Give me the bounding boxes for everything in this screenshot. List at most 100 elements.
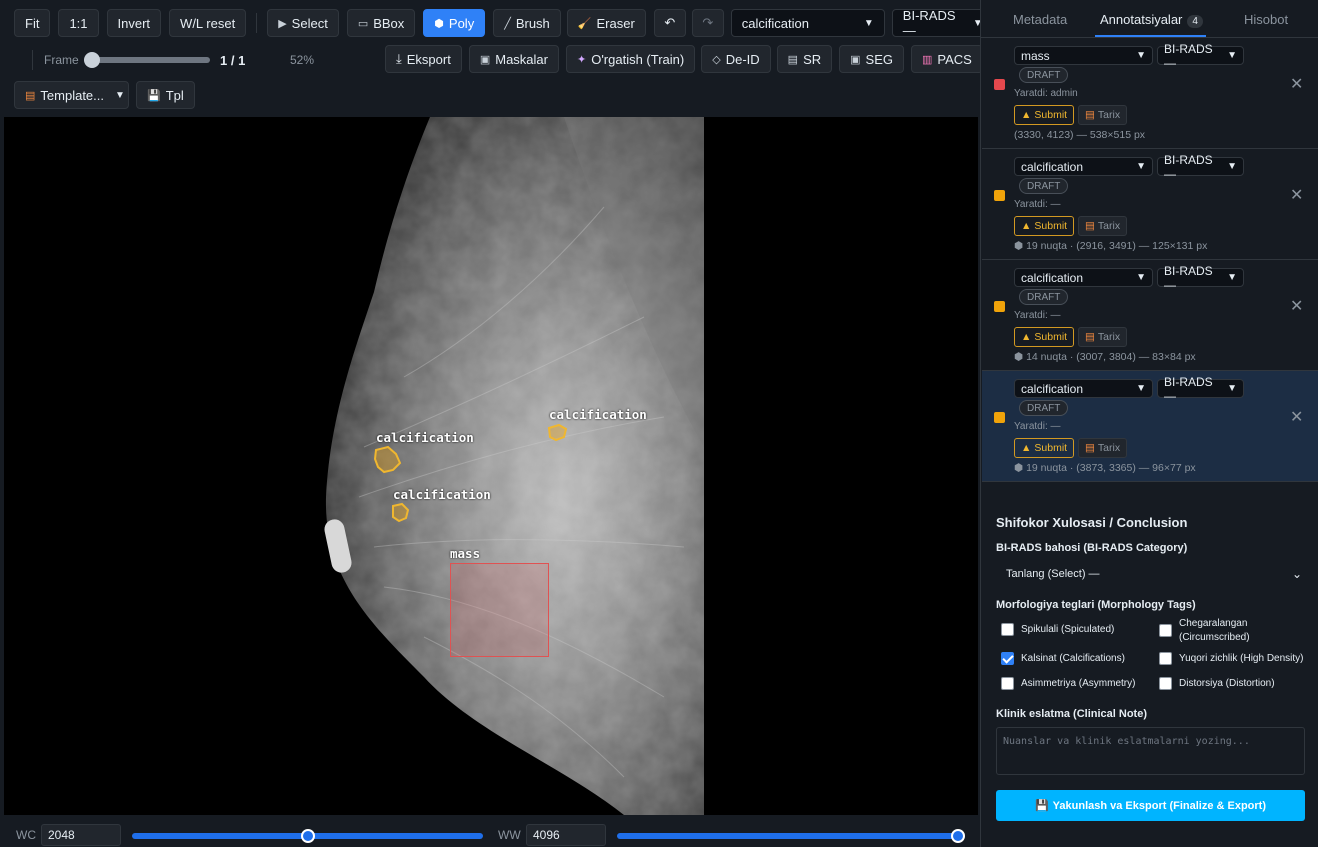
scroll-icon: ▤ [1085, 220, 1095, 232]
close-icon[interactable]: ✕ [1290, 296, 1303, 316]
birads-select[interactable]: BI-RADS — ▼ [891, 8, 994, 38]
server-icon: ▥ [922, 53, 933, 66]
fit-button[interactable]: Fit [14, 9, 51, 37]
select-tool-button[interactable]: ▶ Select [267, 9, 339, 37]
document-icon: ▤ [787, 53, 799, 66]
frame-slider-thumb[interactable] [84, 52, 100, 68]
annotation-color-swatch [994, 412, 1005, 423]
annotation-birads-select[interactable]: BI-RADS — ▼ [1157, 375, 1244, 403]
brush-icon: ╱ [504, 17, 511, 30]
annotation-label-value: calcification [1021, 270, 1084, 285]
finalize-export-button[interactable]: 💾 Yakunlash va Eksport (Finalize & Expor… [996, 790, 1305, 821]
annotation-label-value: mass [1021, 48, 1050, 63]
redo-button[interactable]: ↷ [691, 9, 724, 37]
export-button[interactable]: ⤓ Eksport [385, 45, 462, 73]
undo-button[interactable]: ↶ [653, 9, 686, 37]
history-button[interactable]: ▤ Tarix [1078, 216, 1128, 236]
masks-button[interactable]: ▣ Maskalar [468, 45, 559, 73]
submit-label: Submit [1034, 331, 1068, 343]
submit-button[interactable]: ▲ Submit [1014, 105, 1075, 125]
submit-button[interactable]: ▲ Submit [1014, 327, 1075, 347]
submit-label: Submit [1034, 220, 1068, 232]
submit-button[interactable]: ▲ Submit [1014, 438, 1075, 458]
mass-annotation-label: mass [450, 546, 481, 561]
annotation-card[interactable]: calcification ▼ BI-RADS — ▼ DRAFT Yaratdi:… [982, 149, 1318, 260]
deid-button[interactable]: ◇ De-ID [701, 45, 771, 73]
annotation-card-selected[interactable]: calcification ▼ BI-RADS — ▼ DRAFT Yaratdi:… [982, 371, 1318, 482]
seg-button[interactable]: ▣ SEG [839, 45, 904, 73]
annotation-label-select[interactable]: calcification ▼ [1014, 157, 1153, 176]
tag-distortion[interactable]: Distorsiya (Distortion) [1159, 677, 1275, 690]
annotation-card[interactable]: calcification ▼ BI-RADS — ▼ DRAFT Yaratdi:… [982, 260, 1318, 371]
one-to-one-button[interactable]: 1:1 [58, 9, 99, 37]
brush-tool-label: Brush [515, 15, 550, 31]
annotation-card[interactable]: mass ▼ BI-RADS — ▼ DRAFT Yaratdi: admin ▲ S… [982, 38, 1318, 149]
checkbox[interactable] [1159, 624, 1172, 637]
annotation-label-select[interactable]: calcification ▼ [1014, 379, 1153, 398]
wl-reset-button[interactable]: W/L reset [169, 9, 247, 37]
warning-icon: ▲ [1021, 220, 1032, 232]
annotation-label-select[interactable]: mass ▼ [1014, 46, 1153, 65]
toolbar: Fit 1:1 Invert W/L reset ▶ Select ▭ BBox ⬢… [0, 0, 994, 117]
history-button[interactable]: ▤ Tarix [1078, 327, 1128, 347]
poly-tool-button[interactable]: ⬢ Poly [423, 9, 486, 37]
save-template-button[interactable]: 💾 Tpl [136, 81, 195, 109]
tag-high-density[interactable]: Yuqori zichlik (High Density) [1159, 652, 1304, 665]
checkbox[interactable] [1001, 677, 1014, 690]
tag-spiculated[interactable]: Spikulali (Spiculated) [1001, 623, 1114, 636]
pacs-label: PACS [937, 51, 972, 67]
warning-icon: ▲ [1021, 331, 1032, 343]
close-icon[interactable]: ✕ [1290, 74, 1303, 94]
tag-calcifications[interactable]: Kalsinat (Calcifications) [1001, 652, 1125, 665]
annotation-birads-select[interactable]: BI-RADS — ▼ [1157, 42, 1244, 70]
ww-slider[interactable] [617, 829, 965, 843]
checkbox[interactable] [1001, 623, 1014, 636]
invert-button[interactable]: Invert [106, 9, 162, 37]
tab-annotations[interactable]: Annotatsiyalar 4 [1100, 12, 1203, 28]
checkbox[interactable] [1159, 652, 1172, 665]
annotation-birads-select[interactable]: BI-RADS — ▼ [1157, 153, 1244, 181]
brush-tool-button[interactable]: ╱ Brush [493, 9, 561, 37]
panel-tabs: Metadata Annotatsiyalar 4 Hisobot [981, 0, 1318, 38]
wc-slider-thumb[interactable] [300, 829, 315, 843]
label-select[interactable]: calcification ▼ [730, 9, 885, 37]
close-icon[interactable]: ✕ [1290, 407, 1303, 427]
submit-button[interactable]: ▲ Submit [1014, 216, 1075, 236]
annotation-geometry: (3330, 4123) — 538×515 px [1014, 129, 1146, 141]
annotation-birads-select[interactable]: BI-RADS — ▼ [1157, 264, 1244, 292]
sr-button[interactable]: ▤ SR [776, 45, 833, 73]
undo-icon: ↶ [664, 15, 676, 30]
ww-slider-thumb[interactable] [951, 829, 965, 843]
history-button[interactable]: ▤ Tarix [1078, 105, 1128, 125]
mass-annotation-box[interactable] [450, 563, 549, 657]
tab-report[interactable]: Hisobot [1244, 12, 1288, 27]
template-select[interactable]: ▤ Template... ▼ [14, 81, 129, 109]
birads-category-select[interactable]: Tanlang (Select) — ⌄ [996, 562, 1305, 586]
tab-metadata[interactable]: Metadata [1013, 12, 1067, 27]
frame-slider[interactable] [84, 52, 210, 68]
close-icon[interactable]: ✕ [1290, 185, 1303, 205]
tag-asymmetry[interactable]: Asimmetriya (Asymmetry) [1001, 677, 1135, 690]
tag-label: Distorsiya (Distortion) [1179, 678, 1275, 689]
wc-input[interactable]: 2048 [41, 824, 121, 846]
train-button[interactable]: ✦ O'rgatish (Train) [565, 45, 696, 73]
image-viewer[interactable]: mass calcification calcification calcifi… [4, 117, 978, 815]
eraser-tool-button[interactable]: 🧹 Eraser [566, 9, 646, 37]
label-select-value: calcification [741, 15, 809, 31]
checkbox-checked[interactable] [1001, 652, 1014, 665]
clinical-note-textarea[interactable]: Nuanslar va klinik eslatmalarni yozing..… [996, 727, 1305, 775]
scroll-icon: ▤ [1085, 109, 1095, 121]
tag-circumscribed[interactable]: Chegaralangan (Circumscribed) [1159, 617, 1309, 644]
ww-input[interactable]: 4096 [526, 824, 606, 846]
bbox-tool-label: BBox [373, 15, 405, 31]
history-button[interactable]: ▤ Tarix [1078, 438, 1128, 458]
checkbox[interactable] [1159, 677, 1172, 690]
tab-annotations-label: Annotatsiyalar [1100, 12, 1183, 27]
annotation-birads-value: BI-RADS — [1164, 374, 1213, 403]
wc-slider[interactable] [132, 829, 483, 843]
annotation-label-select[interactable]: calcification ▼ [1014, 268, 1153, 287]
chevron-down-icon: ▼ [1136, 272, 1146, 283]
brain-icon: ✦ [576, 53, 587, 66]
bbox-tool-button[interactable]: ▭ BBox [346, 9, 416, 37]
pacs-button[interactable]: ▥ PACS [911, 45, 983, 73]
